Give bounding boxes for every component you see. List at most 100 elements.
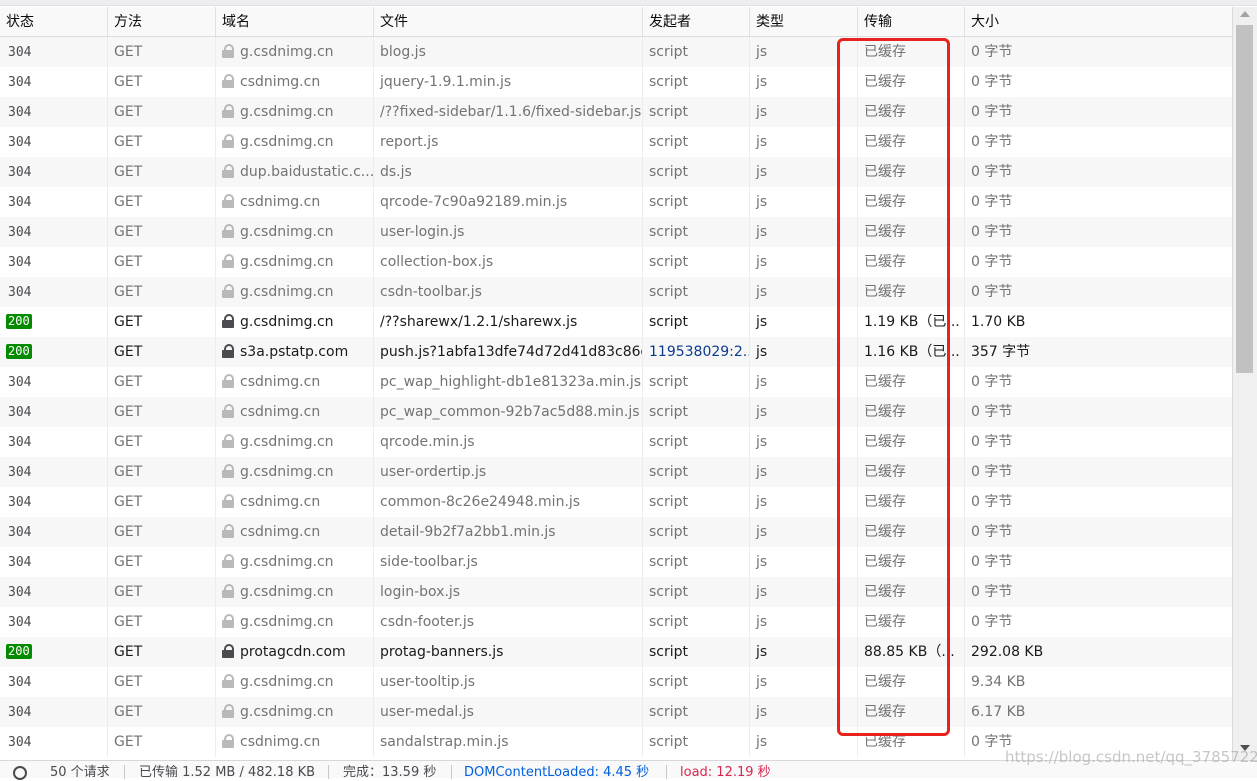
domain-text: g.csdnimg.cn	[240, 134, 334, 150]
lock-icon[interactable]	[222, 584, 234, 598]
lock-icon[interactable]	[222, 734, 234, 748]
lock-icon[interactable]	[222, 434, 234, 448]
column-header-domain[interactable]: 域名	[216, 7, 374, 36]
vertical-scrollbar[interactable]	[1232, 7, 1257, 760]
size-text: 0 字节	[971, 404, 1013, 420]
status-cell: 304	[0, 127, 108, 157]
domain-cell: dup.baidustatic.c...	[216, 157, 374, 187]
table-row[interactable]: 304 GET csdnimg.cn jquery-1.9.1.min.js scrip…	[0, 67, 1232, 97]
lock-icon[interactable]	[222, 554, 234, 568]
table-row[interactable]: 304 GET g.csdnimg.cn csdn-toolbar.js script j…	[0, 277, 1232, 307]
lock-icon[interactable]	[222, 494, 234, 508]
column-header-initiator[interactable]: 发起者	[643, 7, 750, 36]
table-row[interactable]: 304 GET g.csdnimg.cn report.js script js 已缓存 0 …	[0, 127, 1232, 157]
column-header-transferred[interactable]: 传输	[858, 7, 965, 36]
status-code: 304	[8, 255, 32, 270]
transferred-cell: 已缓存	[858, 67, 965, 97]
lock-icon[interactable]	[222, 254, 234, 268]
size-text: 0 字节	[971, 524, 1013, 540]
table-row[interactable]: 304 GET csdnimg.cn qrcode-7c90a92189.min.js…	[0, 187, 1232, 217]
table-row[interactable]: 304 GET g.csdnimg.cn user-tooltip.js script j…	[0, 667, 1232, 697]
lock-icon[interactable]	[222, 314, 234, 328]
table-row[interactable]: 304 GET g.csdnimg.cn csdn-footer.js script js…	[0, 607, 1232, 637]
lock-icon[interactable]	[222, 344, 234, 358]
transferred-cell: 已缓存	[858, 607, 965, 637]
method-cell: GET	[108, 307, 216, 337]
initiator-cell: script	[643, 667, 750, 697]
lock-icon[interactable]	[222, 224, 234, 238]
status-code: 304	[8, 585, 32, 600]
lock-icon[interactable]	[222, 464, 234, 478]
table-row[interactable]: 304 GET g.csdnimg.cn collection-box.js scrip…	[0, 247, 1232, 277]
initiator-text[interactable]: 119538029:2...	[649, 344, 749, 360]
type-text: js	[756, 374, 768, 390]
lock-icon[interactable]	[222, 614, 234, 628]
file-cell: sandalstrap.min.js	[374, 727, 643, 757]
lock-icon[interactable]	[222, 644, 234, 658]
file-text: side-toolbar.js	[380, 554, 478, 570]
table-row[interactable]: 304 GET csdnimg.cn pc_wap_highlight-db1e813…	[0, 367, 1232, 397]
column-header-method[interactable]: 方法	[108, 7, 216, 36]
table-row[interactable]: 200 GET g.csdnimg.cn /??sharewx/1.2.1/share…	[0, 307, 1232, 337]
lock-icon[interactable]	[222, 134, 234, 148]
scrollbar-thumb[interactable]	[1236, 25, 1253, 373]
type-cell: js	[750, 577, 858, 607]
lock-icon[interactable]	[222, 74, 234, 88]
lock-icon[interactable]	[222, 44, 234, 58]
table-row[interactable]: 304 GET g.csdnimg.cn blog.js script js 已缓存 0 字节	[0, 37, 1232, 67]
transferred-cell: 已缓存	[858, 157, 965, 187]
scroll-up-arrow-icon[interactable]	[1240, 11, 1250, 17]
method-text: GET	[114, 404, 143, 420]
initiator-text: script	[649, 494, 689, 510]
type-cell: js	[750, 607, 858, 637]
status-code: 304	[8, 135, 32, 150]
method-cell: GET	[108, 37, 216, 67]
column-header-status[interactable]: 状态	[0, 7, 108, 36]
method-cell: GET	[108, 547, 216, 577]
lock-icon[interactable]	[222, 194, 234, 208]
file-text: collection-box.js	[380, 254, 494, 270]
table-row[interactable]: 304 GET g.csdnimg.cn /??fixed-sidebar/1.1.6…	[0, 97, 1232, 127]
table-row[interactable]: 200 GET protagcdn.com protag-banners.js scri…	[0, 637, 1232, 667]
method-text: GET	[114, 704, 143, 720]
column-header-file[interactable]: 文件	[374, 7, 643, 36]
lock-icon[interactable]	[222, 674, 234, 688]
transferred-cell: 已缓存	[858, 217, 965, 247]
table-row[interactable]: 304 GET g.csdnimg.cn login-box.js script js 已缓…	[0, 577, 1232, 607]
column-header-type[interactable]: 类型	[750, 7, 858, 36]
column-header-size[interactable]: 大小	[965, 7, 1232, 36]
table-row[interactable]: 304 GET csdnimg.cn pc_wap_common-92b7ac5d88…	[0, 397, 1232, 427]
table-row[interactable]: 304 GET g.csdnimg.cn user-ordertip.js script…	[0, 457, 1232, 487]
size-text: 0 字节	[971, 134, 1013, 150]
initiator-text: script	[649, 254, 689, 270]
domain-cell: csdnimg.cn	[216, 187, 374, 217]
lock-icon[interactable]	[222, 524, 234, 538]
lock-icon[interactable]	[222, 704, 234, 718]
table-row[interactable]: 304 GET csdnimg.cn detail-9b2f7a2bb1.min.js…	[0, 517, 1232, 547]
table-row[interactable]: 304 GET csdnimg.cn common-8c26e24948.min.js…	[0, 487, 1232, 517]
type-text: js	[756, 404, 768, 420]
method-cell: GET	[108, 67, 216, 97]
transferred-cell: 已缓存	[858, 487, 965, 517]
transferred-text: 已缓存	[864, 494, 906, 510]
lock-icon[interactable]	[222, 374, 234, 388]
type-text: js	[756, 344, 768, 360]
transferred-text: 已缓存	[864, 44, 906, 60]
type-cell: js	[750, 127, 858, 157]
table-row[interactable]: 304 GET g.csdnimg.cn user-login.js script js 已…	[0, 217, 1232, 247]
status-code: 304	[8, 165, 32, 180]
size-text: 0 字节	[971, 554, 1013, 570]
table-row[interactable]: 304 GET dup.baidustatic.c... ds.js script js 已…	[0, 157, 1232, 187]
file-text: report.js	[380, 134, 439, 150]
table-row[interactable]: 304 GET g.csdnimg.cn user-medal.js script js 已…	[0, 697, 1232, 727]
table-row[interactable]: 304 GET g.csdnimg.cn side-toolbar.js script j…	[0, 547, 1232, 577]
table-row[interactable]: 200 GET s3a.pstatp.com push.js?1abfa13dfe74…	[0, 337, 1232, 367]
lock-icon[interactable]	[222, 284, 234, 298]
lock-icon[interactable]	[222, 164, 234, 178]
table-row[interactable]: 304 GET g.csdnimg.cn qrcode.min.js script js 已…	[0, 427, 1232, 457]
method-cell: GET	[108, 517, 216, 547]
transferred-text: 已缓存	[864, 104, 906, 120]
domain-cell: g.csdnimg.cn	[216, 547, 374, 577]
lock-icon[interactable]	[222, 404, 234, 418]
lock-icon[interactable]	[222, 104, 234, 118]
